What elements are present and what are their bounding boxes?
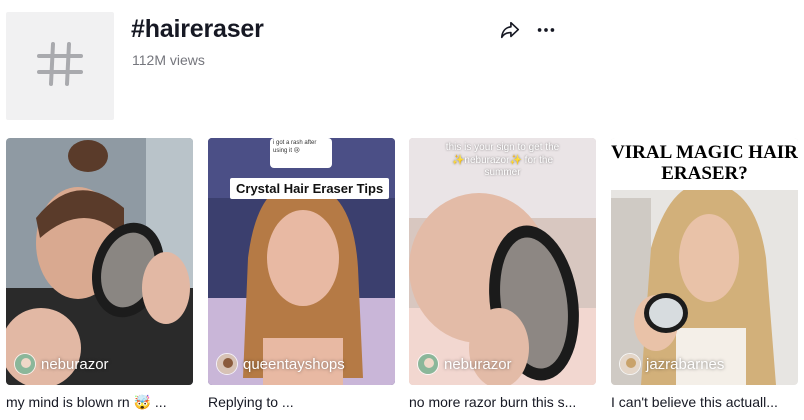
video-caption[interactable]: Replying to ... (208, 394, 395, 410)
hashtag-icon (35, 39, 85, 94)
creator-name: queentayshops (243, 355, 345, 373)
video-card[interactable]: VIRAL MAGIC HAIR ERASER? jazrabarnes I c… (611, 138, 798, 410)
avatar (14, 353, 36, 375)
video-thumbnail[interactable]: i got a rash after using it 😢 Crystal Ha… (208, 138, 395, 385)
video-thumbnail[interactable]: VIRAL MAGIC HAIR ERASER? jazrabarnes (611, 138, 798, 385)
video-headline-text: VIRAL MAGIC HAIR ERASER? (611, 138, 798, 190)
video-card[interactable]: i got a rash after using it 😢 Crystal Ha… (208, 138, 395, 410)
hashtag-avatar (6, 12, 114, 120)
creator-name: neburazor (41, 355, 109, 373)
creator-tag[interactable]: jazrabarnes (619, 353, 724, 375)
creator-tag[interactable]: queentayshops (216, 353, 345, 375)
reply-bubble: i got a rash after using it 😢 (270, 138, 332, 168)
creator-tag[interactable]: neburazor (14, 353, 109, 375)
creator-tag[interactable]: neburazor (417, 353, 512, 375)
more-icon (535, 19, 557, 46)
video-grid: neburazor my mind is blown rn 🤯 ... i go… (6, 138, 798, 420)
share-icon (499, 19, 521, 46)
thumbnail-image (6, 138, 193, 385)
video-thumbnail[interactable]: this is your sign to get the ✨neburazor✨… (409, 138, 596, 385)
video-thumbnail[interactable]: neburazor (6, 138, 193, 385)
video-caption[interactable]: my mind is blown rn 🤯 ... (6, 394, 193, 411)
more-options-button[interactable] (534, 20, 558, 44)
video-card[interactable]: neburazor my mind is blown rn 🤯 ... (6, 138, 193, 411)
video-caption[interactable]: no more razor burn this s... (409, 394, 596, 410)
video-overlay-text: this is your sign to get the ✨neburazor✨… (445, 142, 560, 178)
page-title: #haireraser (131, 15, 264, 43)
avatar (216, 353, 238, 375)
views-count: 112M views (132, 52, 205, 68)
creator-name: jazrabarnes (646, 355, 725, 373)
avatar (417, 353, 439, 375)
creator-name: neburazor (444, 355, 512, 373)
thumbnail-image (208, 138, 395, 385)
video-card[interactable]: this is your sign to get the ✨neburazor✨… (409, 138, 596, 410)
avatar (619, 353, 641, 375)
share-button[interactable] (498, 20, 522, 44)
video-caption[interactable]: I can't believe this actuall... (611, 394, 798, 410)
video-banner-text: Crystal Hair Eraser Tips (230, 178, 390, 199)
hashtag-header: #haireraser 112M views (6, 12, 798, 122)
